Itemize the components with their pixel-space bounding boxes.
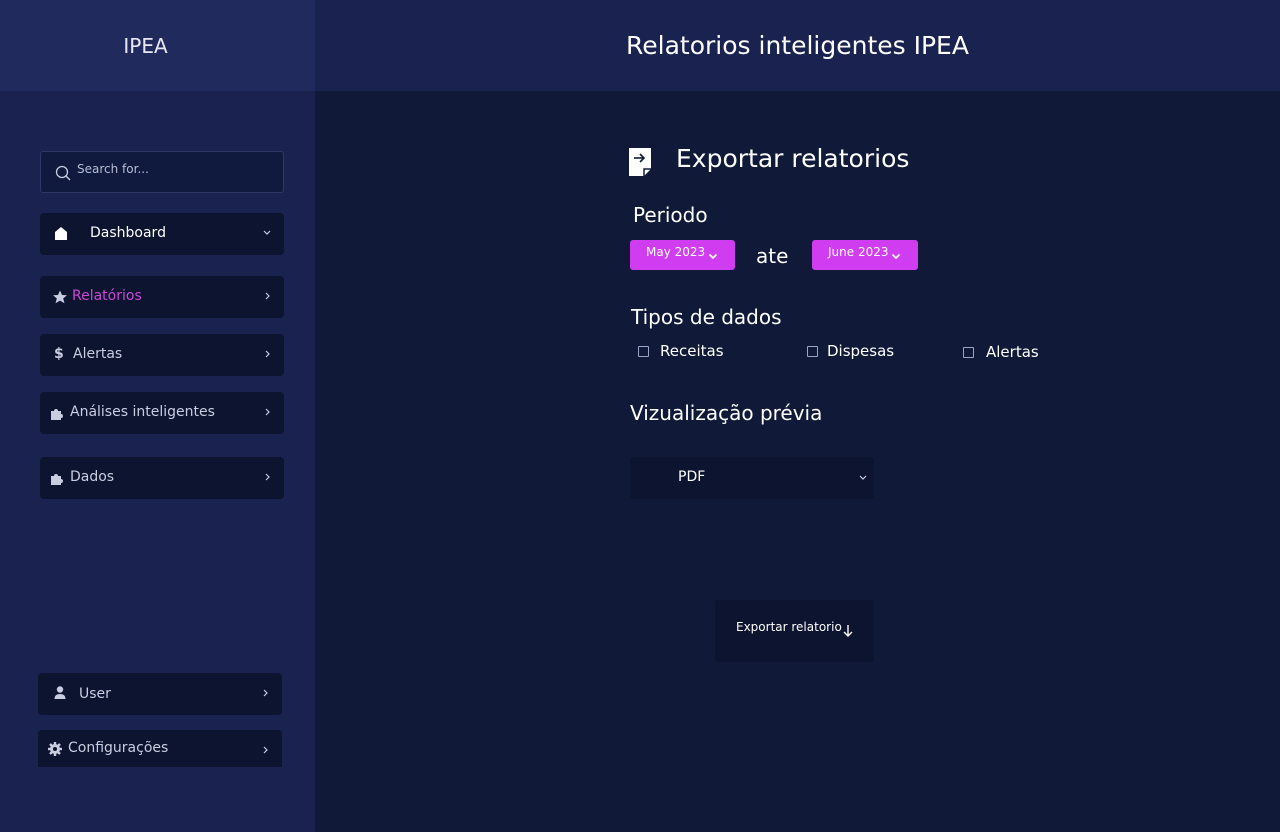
preview-label: Vizualização prévia <box>630 401 823 425</box>
section-title: Exportar relatorios <box>676 144 910 173</box>
checkbox-label: Dispesas <box>827 342 895 360</box>
sidebar-item-configuracoes[interactable]: Configurações <box>38 730 282 767</box>
export-button-label: Exportar relatorio <box>736 620 842 634</box>
app-logo: IPEA <box>0 0 315 91</box>
puzzle-icon <box>49 405 65 421</box>
chevron-right-icon <box>262 405 272 419</box>
checkbox-alertas[interactable]: Alertas <box>963 343 1039 361</box>
chevron-right-icon <box>262 470 272 484</box>
search-icon <box>54 164 72 182</box>
dollar-icon: $ <box>52 345 68 362</box>
data-types-label: Tipos de dados <box>631 305 782 329</box>
checkbox-label: Receitas <box>660 342 724 360</box>
sidebar-item-label: Configurações <box>68 740 169 756</box>
sidebar-item-dashboard[interactable]: Dashboard <box>40 213 284 255</box>
arrow-down-icon <box>842 623 854 639</box>
star-icon <box>52 289 68 305</box>
svg-text:$: $ <box>54 346 64 361</box>
sidebar-item-label: Alertas <box>73 346 123 362</box>
period-separator: ate <box>756 244 789 268</box>
date-to-button[interactable]: June 2023 <box>812 240 918 270</box>
chevron-down-icon <box>708 250 718 260</box>
gear-icon <box>47 741 63 757</box>
sidebar-item-user[interactable]: User <box>38 673 282 715</box>
checkbox-receitas[interactable]: Receitas <box>638 342 724 360</box>
period-label: Periodo <box>633 203 708 227</box>
sidebar-item-label: Dados <box>70 469 115 485</box>
preview-format-value: PDF <box>678 469 706 485</box>
sidebar-item-analises-inteligentes[interactable]: Análises inteligentes <box>40 392 284 434</box>
sidebar: IPEA Dashboard Relatórios $ Alertas <box>0 0 315 832</box>
chevron-right-icon <box>260 743 270 757</box>
sidebar-item-label: Análises inteligentes <box>70 404 215 420</box>
sidebar-item-relatorios[interactable]: Relatórios <box>40 276 284 318</box>
chevron-right-icon <box>262 289 272 303</box>
sidebar-item-alertas[interactable]: $ Alertas <box>40 334 284 376</box>
search-box[interactable] <box>40 151 284 193</box>
chevron-down-icon <box>858 471 868 481</box>
user-icon <box>53 685 69 701</box>
chevron-down-icon <box>891 250 901 260</box>
home-icon <box>53 225 69 241</box>
date-from-button[interactable]: May 2023 <box>630 240 735 270</box>
checkbox-box[interactable] <box>807 345 818 357</box>
sidebar-item-dados[interactable]: Dados <box>40 457 284 499</box>
chevron-right-icon <box>262 347 272 361</box>
chevron-down-icon <box>262 226 272 240</box>
puzzle-icon <box>49 470 65 486</box>
sidebar-item-label: Relatórios <box>72 288 142 304</box>
search-input[interactable] <box>77 152 277 192</box>
file-export-icon <box>628 147 652 177</box>
checkbox-label: Alertas <box>986 343 1039 361</box>
preview-format-select[interactable]: PDF <box>630 457 874 499</box>
date-from-label: May 2023 <box>646 245 706 259</box>
checkbox-dispesas[interactable]: Dispesas <box>807 342 894 360</box>
sidebar-item-label: User <box>79 686 111 702</box>
chevron-right-icon <box>260 686 270 700</box>
sidebar-item-label: Dashboard <box>90 225 166 241</box>
date-to-label: June 2023 <box>828 245 889 259</box>
page-title: Relatorios inteligentes IPEA <box>626 31 969 60</box>
page-header: Relatorios inteligentes IPEA <box>315 0 1280 91</box>
checkbox-box[interactable] <box>963 346 974 358</box>
export-report-button[interactable]: Exportar relatorio <box>715 600 874 662</box>
checkbox-box[interactable] <box>638 345 649 357</box>
